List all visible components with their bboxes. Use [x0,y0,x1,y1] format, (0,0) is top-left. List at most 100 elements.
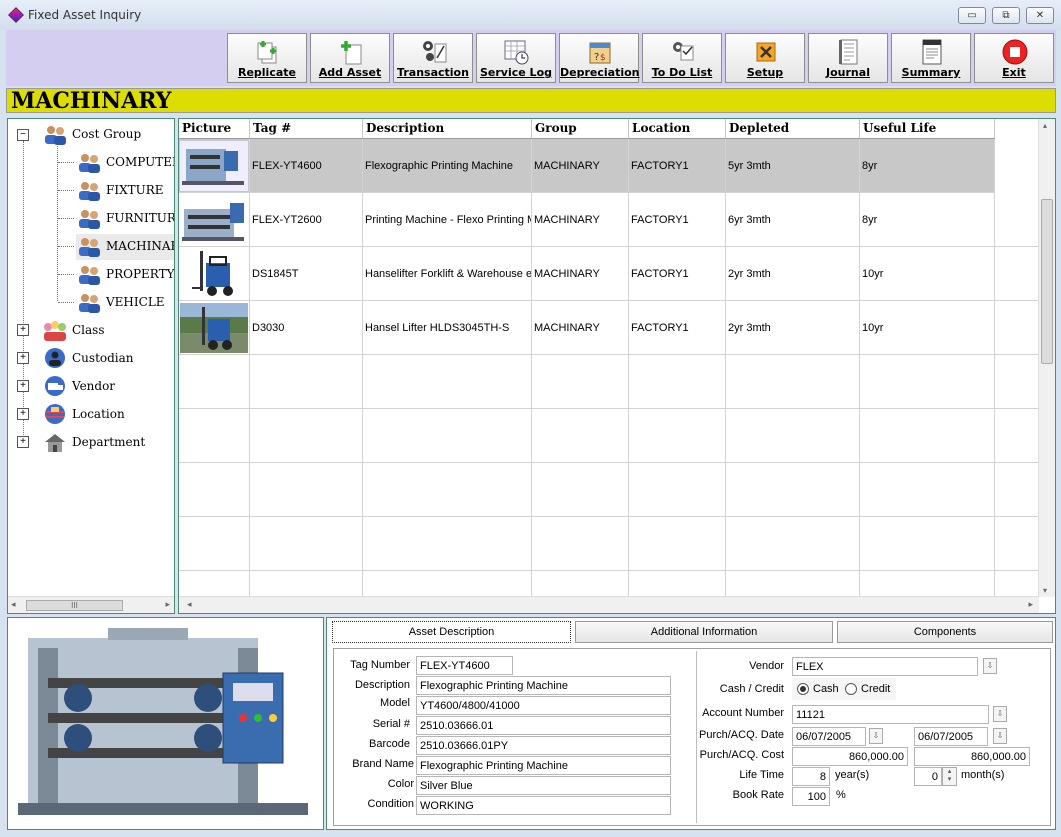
class-expander[interactable]: + [17,324,29,336]
service-log-label: Service Log [480,66,552,79]
tab-additional-information[interactable]: Additional Information [575,621,833,643]
color-field[interactable]: Silver Blue [416,776,671,795]
table-row[interactable]: DS1845T Hanselifter Forklift & Warehouse… [179,247,1039,301]
cell-useful-life: 10yr [860,247,995,301]
tree-item-vehicle[interactable]: VEHICLE [76,290,174,316]
col-header-picture[interactable]: Picture [179,119,250,139]
acq-cost-field[interactable]: 860,000.00 [914,747,1030,766]
tree-hscroll-thumb[interactable]: III [26,600,123,611]
col-header-group[interactable]: Group [532,119,629,139]
vendor-field[interactable]: FLEX [792,657,978,676]
col-header-useful-life[interactable]: Useful Life [860,119,995,139]
col-header-description[interactable]: Description [363,119,532,139]
transaction-label: Transaction [397,66,469,79]
tag-number-field[interactable]: FLEX-YT4600 [416,656,513,675]
tree-item-custodian[interactable]: Custodian [42,346,172,372]
cash-radio[interactable] [797,683,809,695]
table-row[interactable]: FLEX-YT4600 Flexographic Printing Machin… [179,139,995,193]
grid-vscroll[interactable]: ▴ ▾ [1038,119,1055,597]
tree-label: Custodian [72,351,134,365]
book-rate-label: Book Rate [732,789,784,801]
close-button[interactable]: ✕ [1026,7,1054,24]
tree-item-fixture[interactable]: FIXTURE [76,178,174,204]
cell-picture [179,193,250,247]
purch-date-field[interactable]: 06/07/2005 [792,727,866,746]
condition-field[interactable]: WORKING [416,796,671,815]
vendor-expander[interactable]: + [17,380,29,392]
tree-item-vendor[interactable]: Vendor [42,374,172,400]
description-field[interactable]: Flexographic Printing Machine [416,676,671,695]
tree-item-cost-group[interactable]: Cost Group [42,122,172,148]
brand-name-field[interactable]: Flexographic Printing Machine [416,756,671,775]
add-asset-label: Add Asset [318,66,382,79]
cell-picture [179,139,250,193]
custodian-expander[interactable]: + [17,352,29,364]
cell-description: Hanselifter Forklift & Warehouse equipme… [363,247,532,301]
add-asset-button[interactable]: Add Asset [310,33,390,83]
life-months-field[interactable]: 0 [914,767,942,786]
maximize-button[interactable]: ⧉ [992,7,1020,24]
tab-asset-description[interactable]: Asset Description [332,621,571,643]
asset-detail-panel: Asset Description Additional Information… [326,617,1056,830]
tree-item-location[interactable]: Location [42,402,172,428]
grid-vscroll-thumb[interactable] [1041,199,1053,364]
grid-hscroll[interactable]: ◂ ▸ [179,596,1039,613]
group-icon [79,154,100,173]
summary-button[interactable]: Summary [891,33,971,83]
table-row[interactable]: D3030 Hansel Lifter HLDS3045TH-S MACHINA… [179,301,1039,355]
depreciation-button[interactable]: ? $ Depreciation [559,33,639,83]
tag-number-label: Tag Number [350,659,410,671]
tree-label: Class [72,323,105,337]
setup-button[interactable]: Setup [725,33,805,83]
minimize-button[interactable]: ▭ [958,7,986,24]
model-field[interactable]: YT4600/4800/41000 [416,696,671,715]
color-label: Color [387,778,414,790]
service-log-button[interactable]: Service Log [476,33,556,83]
group-icon [79,238,100,257]
replicate-button[interactable]: Replicate [227,33,307,83]
acq-date-field[interactable]: 06/07/2005 [914,727,988,746]
table-row[interactable]: FLEX-YT2600 Printing Machine - Flexo Pri… [179,193,1039,247]
journal-button[interactable]: Journal [808,33,888,83]
months-spinner[interactable]: ▴ ▾ [942,767,957,786]
table-row-empty [179,355,1039,409]
purch-cost-field[interactable]: 860,000.00 [792,747,908,766]
vendor-icon [45,376,65,396]
book-rate-field[interactable]: 100 [792,787,830,806]
acq-date-picker[interactable]: ⇩ [993,728,1007,744]
transaction-button[interactable]: Transaction [393,33,473,83]
life-years-field[interactable]: 8 [792,767,830,786]
custodian-icon [45,348,65,368]
cost-group-expander[interactable]: − [17,129,29,141]
col-header-depleted[interactable]: Depleted [726,119,860,139]
barcode-field[interactable]: 2510.03666.01PY [416,736,671,755]
cell-location: FACTORY1 [629,139,726,193]
location-expander[interactable]: + [17,408,29,420]
tree-hscroll[interactable]: ◂ III ▸ [8,596,174,613]
group-icon [79,294,100,313]
account-number-field[interactable]: 11121 [792,705,989,724]
col-header-tag[interactable]: Tag # [250,119,363,139]
tree-item-furniture[interactable]: FURNITURE [76,206,174,232]
todo-list-button[interactable]: To Do List [642,33,722,83]
vendor-dropdown[interactable]: ⇩ [983,658,997,674]
printing-machine-photo [8,618,323,829]
cash-radio-label: Cash [813,683,839,695]
account-dropdown[interactable]: ⇩ [993,706,1007,722]
serial-field[interactable]: 2510.03666.01 [416,716,671,735]
tree-item-computer[interactable]: COMPUTER [76,150,174,176]
tree-item-department[interactable]: Department [42,430,172,456]
exit-button[interactable]: Exit [974,33,1054,83]
col-header-location[interactable]: Location [629,119,726,139]
tree-label: MACHINARY [106,239,174,253]
tree-item-property[interactable]: PROPERTY [76,262,174,288]
cell-location: FACTORY1 [629,193,726,247]
tab-components[interactable]: Components [837,621,1053,643]
credit-radio[interactable] [845,683,857,695]
add-asset-icon [341,41,362,65]
tree-item-class[interactable]: Class [42,318,172,344]
department-expander[interactable]: + [17,436,29,448]
tree-item-machinary[interactable]: MACHINARY [76,234,174,260]
purch-date-picker[interactable]: ⇩ [869,728,883,744]
cell-group: MACHINARY [532,193,629,247]
